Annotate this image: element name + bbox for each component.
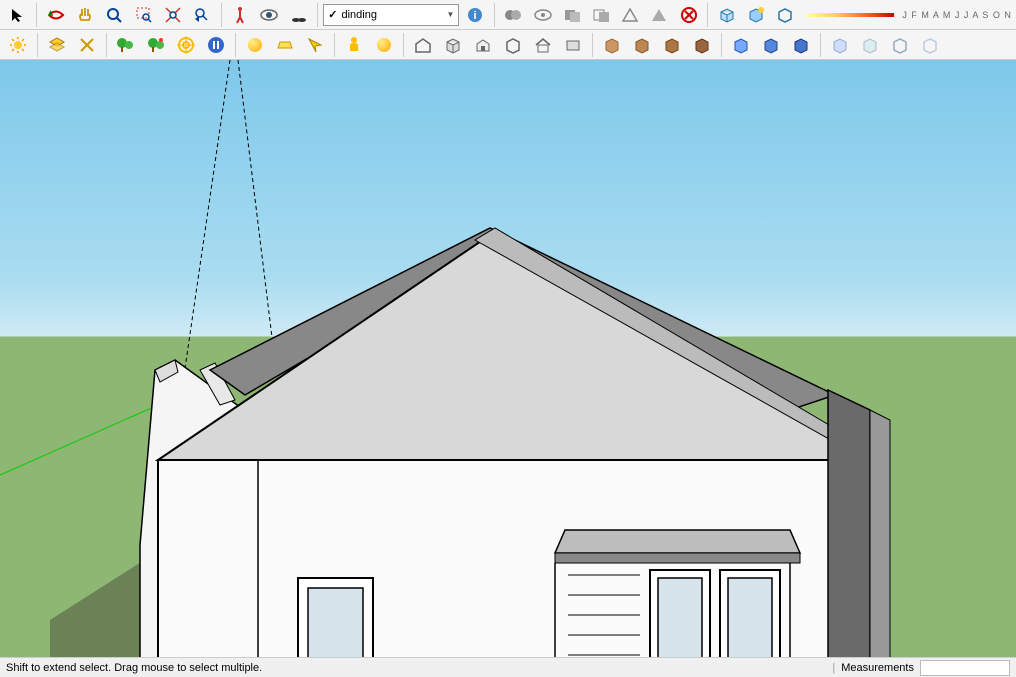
- separator: [221, 3, 222, 27]
- separator: [36, 3, 37, 27]
- pause-icon[interactable]: [202, 32, 230, 58]
- svg-text:i: i: [474, 10, 477, 22]
- pan-icon[interactable]: [71, 2, 98, 28]
- separator: [494, 3, 495, 27]
- measurements-section: | Measurements: [832, 660, 1010, 676]
- vegetation-icon[interactable]: [112, 32, 140, 58]
- toolbar-row-2: [0, 30, 1016, 60]
- trees-icon[interactable]: [142, 32, 170, 58]
- walk-icon[interactable]: [227, 2, 254, 28]
- sun-icon[interactable]: [4, 32, 32, 58]
- months-label: J F M A M J J A S O N: [902, 10, 1012, 20]
- light-box-4-icon[interactable]: [916, 32, 944, 58]
- separator: [820, 33, 821, 57]
- viewport-3d[interactable]: [0, 60, 1016, 675]
- light-box-3-icon[interactable]: [886, 32, 914, 58]
- solid-outer-icon[interactable]: [646, 2, 673, 28]
- layer-dropdown[interactable]: ✓ dinding ▼: [323, 4, 459, 26]
- zoom-window-icon[interactable]: [130, 2, 157, 28]
- solid-union-icon[interactable]: [500, 2, 527, 28]
- model-scene: [0, 60, 1016, 675]
- solid-trim-icon[interactable]: [587, 2, 614, 28]
- layer-check-icon: ✓: [328, 8, 337, 21]
- box-open-icon[interactable]: [499, 32, 527, 58]
- layer-name: dinding: [341, 9, 376, 21]
- arrow-icon[interactable]: [301, 32, 329, 58]
- position-camera-icon[interactable]: [285, 2, 312, 28]
- separator: [37, 33, 38, 57]
- separator: [592, 33, 593, 57]
- dropdown-arrow-icon: ▼: [447, 10, 455, 19]
- look-around-icon[interactable]: [256, 2, 283, 28]
- separator: [403, 33, 404, 57]
- toolbar-row-1: ✓ dinding ▼ i J F M A M J J A S O N: [0, 0, 1016, 30]
- separator: [721, 33, 722, 57]
- separator: [235, 33, 236, 57]
- blue-box-3-icon[interactable]: [787, 32, 815, 58]
- xray-icon[interactable]: [73, 32, 101, 58]
- house-roof-icon[interactable]: [529, 32, 557, 58]
- house-small-icon[interactable]: [469, 32, 497, 58]
- solid-subtract-icon[interactable]: [558, 2, 585, 28]
- separator: [707, 3, 708, 27]
- component-icon[interactable]: [713, 2, 740, 28]
- separator: [106, 33, 107, 57]
- sphere-icon[interactable]: [241, 32, 269, 58]
- light-box-1-icon[interactable]: [826, 32, 854, 58]
- style-icon[interactable]: [772, 2, 799, 28]
- paint-icon[interactable]: [743, 2, 770, 28]
- zoom-previous-icon[interactable]: [188, 2, 215, 28]
- measurements-label: Measurements: [841, 662, 914, 674]
- separator: [334, 33, 335, 57]
- box-flat-icon[interactable]: [559, 32, 587, 58]
- material-2-icon[interactable]: [628, 32, 656, 58]
- zoom-extents-icon[interactable]: [159, 2, 186, 28]
- blue-box-1-icon[interactable]: [727, 32, 755, 58]
- zoom-icon[interactable]: [101, 2, 128, 28]
- status-hint: Shift to extend select. Drag mouse to se…: [6, 662, 262, 674]
- select-tool[interactable]: [4, 2, 31, 28]
- material-3-icon[interactable]: [658, 32, 686, 58]
- material-4-icon[interactable]: [688, 32, 716, 58]
- light-box-2-icon[interactable]: [856, 32, 884, 58]
- person-icon[interactable]: [340, 32, 368, 58]
- status-bar: Shift to extend select. Drag mouse to se…: [0, 657, 1016, 677]
- shadow-gradient: [807, 13, 894, 17]
- blue-box-2-icon[interactable]: [757, 32, 785, 58]
- delete-icon[interactable]: [675, 2, 702, 28]
- separator: [317, 3, 318, 27]
- house-open-icon[interactable]: [409, 32, 437, 58]
- orange-sphere-icon[interactable]: [370, 32, 398, 58]
- layer-info-icon[interactable]: i: [461, 2, 488, 28]
- layers-icon[interactable]: [43, 32, 71, 58]
- box-icon[interactable]: [439, 32, 467, 58]
- solid-intersect-icon[interactable]: [529, 2, 556, 28]
- material-1-icon[interactable]: [598, 32, 626, 58]
- solid-split-icon[interactable]: [617, 2, 644, 28]
- target-icon[interactable]: [172, 32, 200, 58]
- orbit-icon[interactable]: [42, 2, 69, 28]
- measurements-input[interactable]: [920, 660, 1010, 676]
- plane-icon[interactable]: [271, 32, 299, 58]
